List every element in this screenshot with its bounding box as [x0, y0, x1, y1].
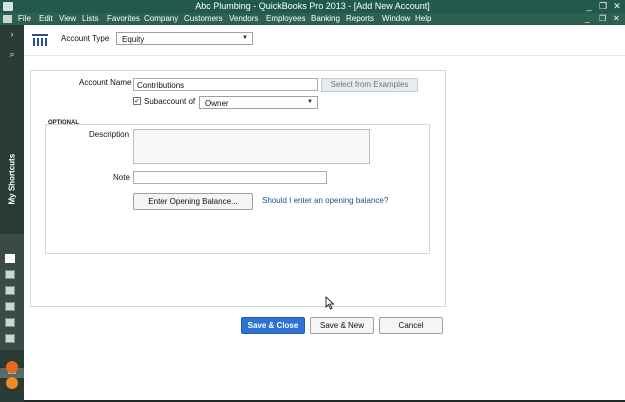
note-input[interactable] — [133, 171, 327, 184]
title-bar: Abc Plumbing - QuickBooks Pro 2013 - [Ad… — [0, 0, 625, 13]
enter-opening-balance-button[interactable]: Enter Opening Balance... — [133, 193, 253, 210]
shortcuts-sidebar: › ⌕ My Shortcuts Do — [0, 25, 24, 402]
description-textarea[interactable] — [133, 129, 370, 164]
chevron-down-icon: ▼ — [307, 99, 313, 105]
menu-employees[interactable]: Employees — [266, 14, 306, 23]
menu-window[interactable]: Window — [382, 14, 410, 23]
my-shortcuts-tab[interactable]: My Shortcuts — [1, 135, 23, 205]
cancel-button[interactable]: Cancel — [379, 317, 443, 334]
account-ledger-icon — [32, 34, 48, 46]
menu-bar: File Edit View Lists Favorites Company C… — [0, 13, 625, 25]
header-divider — [24, 55, 625, 56]
search-icon[interactable]: ⌕ — [3, 47, 21, 61]
menu-file[interactable]: File — [18, 14, 31, 23]
note-label: Note — [113, 173, 130, 182]
account-name-label: Account Name — [79, 78, 132, 87]
minimize-button[interactable]: _ — [583, 1, 595, 11]
subaccount-label: Subaccount of — [144, 97, 196, 106]
orange-service-icon[interactable] — [6, 361, 18, 373]
save-new-button[interactable]: Save & New — [310, 317, 374, 334]
menu-vendors[interactable]: Vendors — [229, 14, 258, 23]
mouse-cursor-icon — [325, 296, 335, 310]
shortcut-employees-icon[interactable] — [5, 334, 15, 343]
doc-close-button[interactable]: ✕ — [613, 14, 620, 23]
menu-banking[interactable]: Banking — [311, 14, 340, 23]
optional-section: Description Note Enter Opening Balance..… — [45, 124, 430, 254]
app-center-icon[interactable] — [6, 377, 18, 389]
account-type-label: Account Type — [61, 34, 110, 43]
menu-help[interactable]: Help — [415, 14, 431, 23]
chevron-down-icon: ▼ — [242, 35, 248, 41]
shortcut-calendar-icon[interactable] — [5, 270, 15, 279]
doc-minimize-button[interactable]: _ — [585, 14, 589, 23]
select-from-examples-button[interactable]: Select from Examples — [321, 78, 418, 92]
menu-favorites[interactable]: Favorites — [107, 14, 140, 23]
add-new-account-window: Account Type Equity ▼ Account Name Contr… — [24, 25, 625, 400]
doc-restore-button[interactable]: ❐ — [599, 14, 606, 23]
close-button[interactable]: ✕ — [611, 1, 623, 11]
menu-edit[interactable]: Edit — [39, 14, 53, 23]
restore-button[interactable]: ❐ — [597, 1, 609, 11]
subaccount-dropdown[interactable]: Owner ▼ — [199, 96, 318, 109]
shortcut-customers-icon[interactable] — [5, 302, 15, 311]
shortcut-list — [0, 234, 24, 350]
subaccount-checkbox[interactable]: ✓ — [133, 97, 141, 105]
subaccount-value: Owner — [205, 99, 229, 108]
save-close-button[interactable]: Save & Close — [241, 317, 305, 334]
expand-sidebar-icon[interactable]: › — [3, 27, 21, 41]
my-shortcuts-label: My Shortcuts — [7, 153, 17, 205]
menu-view[interactable]: View — [59, 14, 76, 23]
shortcut-vendors-icon[interactable] — [5, 318, 15, 327]
menu-company[interactable]: Company — [144, 14, 178, 23]
menu-customers[interactable]: Customers — [184, 14, 223, 23]
menu-reports[interactable]: Reports — [346, 14, 374, 23]
account-name-input[interactable]: Contributions — [133, 78, 318, 91]
account-type-value: Equity — [122, 35, 145, 44]
account-type-dropdown[interactable]: Equity ▼ — [116, 32, 253, 45]
shortcut-snapshots-icon[interactable] — [5, 286, 15, 295]
shortcut-home-icon[interactable] — [5, 254, 15, 263]
window-title: Abc Plumbing - QuickBooks Pro 2013 - [Ad… — [195, 1, 430, 11]
menu-lists[interactable]: Lists — [82, 14, 98, 23]
description-label: Description — [89, 130, 130, 139]
opening-balance-help-link[interactable]: Should I enter an opening balance? — [262, 196, 388, 205]
document-icon[interactable] — [3, 15, 12, 23]
